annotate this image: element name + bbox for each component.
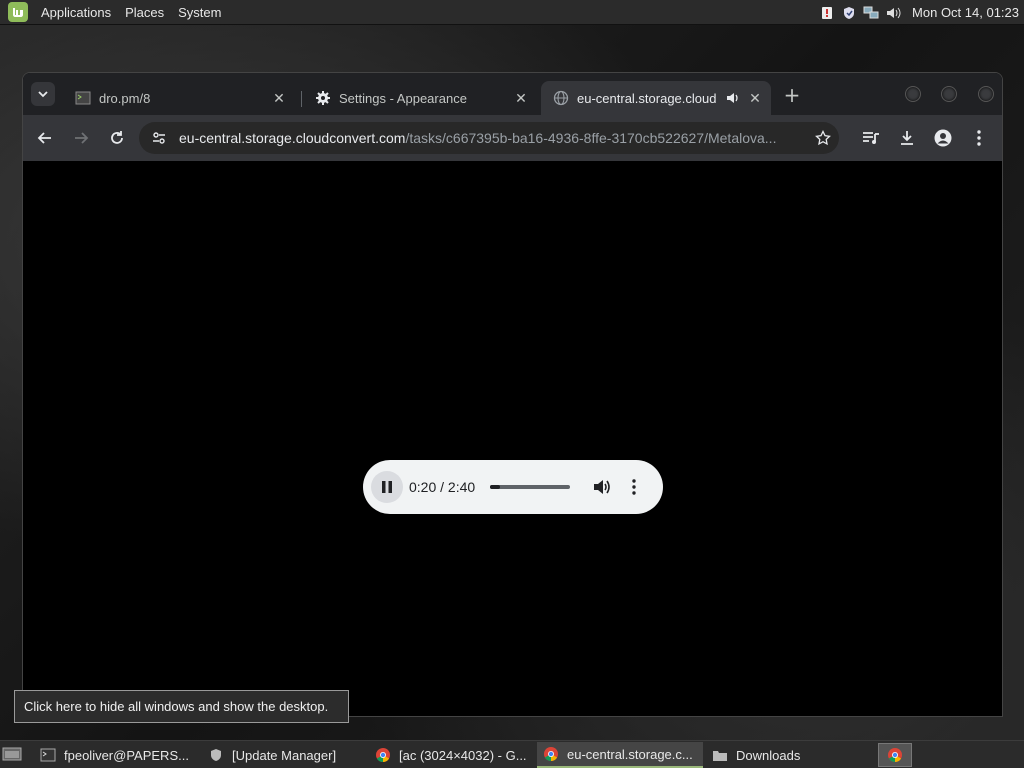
volume-icon: [594, 480, 610, 494]
new-tab-button[interactable]: +: [781, 83, 803, 107]
profile-avatar-icon[interactable]: [929, 124, 957, 152]
taskbar-item-terminal[interactable]: fpeoliver@PAPERS...: [34, 742, 196, 768]
menu-applications[interactable]: Applications: [34, 5, 118, 20]
pause-icon: [382, 481, 392, 493]
globe-icon: [553, 90, 569, 106]
taskbar-label: Downloads: [736, 747, 801, 763]
show-desktop-button[interactable]: [2, 747, 22, 763]
chrome-icon: [375, 747, 391, 763]
taskbar-item-chrome-cloudconvert[interactable]: eu-central.storage.c...: [537, 742, 703, 768]
playback-time: 0:20 / 2:40: [409, 479, 476, 495]
close-icon[interactable]: ✕: [271, 90, 287, 106]
download-icon[interactable]: [893, 124, 921, 152]
shield-icon[interactable]: [841, 5, 857, 21]
chrome-icon: [543, 746, 559, 762]
bookmark-star-icon[interactable]: [809, 124, 837, 152]
tab-label: Settings - Appearance: [339, 90, 467, 106]
url-path: /tasks/c667395b-ba16-4936-8ffe-3170cb522…: [405, 130, 777, 146]
media-control-icon[interactable]: [857, 124, 885, 152]
network-icon[interactable]: [863, 5, 879, 21]
page-content: 0:20 / 2:40: [23, 161, 1002, 716]
minimize-button[interactable]: [905, 86, 921, 102]
shield-icon: [208, 747, 224, 763]
taskbar-label: eu-central.storage.c...: [567, 746, 693, 762]
system-tray: Mon Oct 14, 01:23: [816, 0, 1024, 25]
url-text: eu-central.storage.cloudconvert.com/task…: [179, 130, 789, 146]
audio-player: 0:20 / 2:40: [363, 460, 663, 514]
volume-icon[interactable]: [885, 5, 901, 21]
seek-bar[interactable]: [490, 485, 571, 489]
taskbar-label: fpeoliver@PAPERS...: [64, 747, 189, 763]
browser-window: dro.pm/8 ✕ Settings - Appearance ✕ eu-ce…: [22, 72, 1003, 717]
gear-icon: [315, 90, 331, 106]
browser-toolbar: eu-central.storage.cloudconvert.com/task…: [23, 115, 1002, 161]
tab-search-button[interactable]: [31, 82, 55, 106]
taskbar-label: [Update Manager]: [232, 747, 337, 763]
tab-dro-pm[interactable]: dro.pm/8 ✕: [63, 81, 295, 115]
menu-system[interactable]: System: [171, 5, 228, 20]
kebab-menu-icon: [632, 479, 636, 495]
url-host: eu-central.storage.cloudconvert.com: [179, 130, 406, 146]
close-window-button[interactable]: [978, 86, 994, 102]
tab-strip: dro.pm/8 ✕ Settings - Appearance ✕ eu-ce…: [23, 73, 1002, 115]
taskbar-item-chrome-ac[interactable]: [ac (3024×4032) - G...: [369, 742, 534, 768]
close-icon[interactable]: ✕: [747, 90, 763, 106]
menu-places[interactable]: Places: [118, 5, 171, 20]
mint-menu-icon[interactable]: [8, 2, 28, 22]
update-icon[interactable]: [819, 5, 835, 21]
taskbar-item-downloads[interactable]: Downloads: [706, 742, 871, 768]
arrow-right-icon: [75, 132, 89, 144]
tab-label: dro.pm/8: [99, 90, 151, 106]
tab-settings-appearance[interactable]: Settings - Appearance ✕: [303, 81, 537, 115]
chevron-down-icon: [38, 91, 48, 98]
taskbar-item-update-manager[interactable]: [Update Manager]: [202, 742, 364, 768]
address-bar[interactable]: eu-central.storage.cloudconvert.com/task…: [139, 122, 839, 154]
reload-icon: [111, 131, 123, 144]
clock[interactable]: Mon Oct 14, 01:23: [912, 5, 1019, 20]
player-options-button[interactable]: [624, 477, 644, 497]
show-desktop-icon: [2, 747, 22, 761]
arrow-left-icon: [37, 132, 51, 144]
taskbar-chrome-launcher[interactable]: [878, 743, 912, 767]
kebab-menu-icon[interactable]: [965, 124, 993, 152]
top-panel: Applications Places System Mon Oct 14, 0…: [0, 0, 1024, 25]
terminal-icon: [40, 747, 56, 763]
tab-divider: [301, 91, 302, 107]
taskbar-label: [ac (3024×4032) - G...: [399, 747, 527, 763]
back-button[interactable]: [31, 124, 59, 152]
volume-button[interactable]: [592, 477, 612, 497]
tab-cloudconvert[interactable]: eu-central.storage.cloud ✕: [541, 81, 771, 115]
site-info-icon[interactable]: [145, 124, 173, 152]
bottom-panel: fpeoliver@PAPERS... [Update Manager] [ac…: [0, 740, 1024, 768]
reload-button[interactable]: [103, 124, 131, 152]
maximize-button[interactable]: [941, 86, 957, 102]
seek-progress: [490, 485, 501, 489]
show-desktop-tooltip: Click here to hide all windows and show …: [14, 690, 349, 723]
folder-icon: [712, 747, 728, 763]
forward-button[interactable]: [67, 124, 95, 152]
chrome-icon: [888, 748, 902, 763]
close-icon[interactable]: ✕: [513, 90, 529, 106]
pause-button[interactable]: [371, 471, 403, 503]
terminal-icon: [75, 90, 91, 106]
tab-label: eu-central.storage.cloud: [577, 90, 717, 106]
audio-playing-icon[interactable]: [725, 90, 741, 106]
